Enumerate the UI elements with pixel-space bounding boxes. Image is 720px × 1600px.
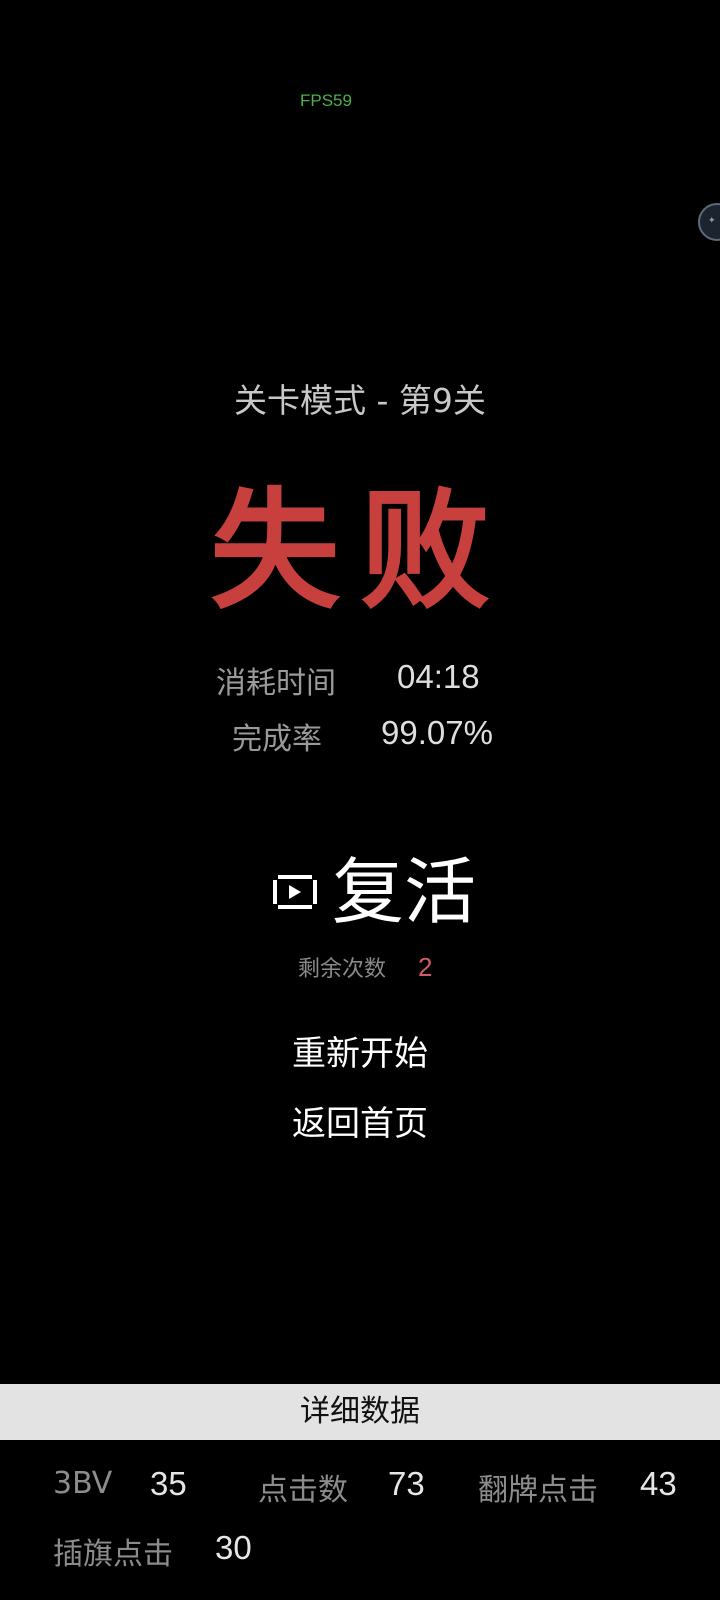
restart-button[interactable]: 重新开始 xyxy=(0,1026,720,1075)
detail-3bv-value: 35 xyxy=(150,1465,187,1502)
revive-label: 复活 xyxy=(332,850,477,934)
completion-stat-row: 完成率 99.07% xyxy=(0,714,720,764)
details-header[interactable]: 详细数据 xyxy=(0,1384,720,1440)
floating-assistant-icon[interactable]: ✦ xyxy=(698,203,720,241)
detail-clicks-label: 点击数 xyxy=(258,1473,348,1508)
time-label: 消耗时间 xyxy=(216,666,336,701)
revive-button[interactable]: 复活 xyxy=(272,852,476,932)
level-title: 关卡模式 - 第9关 xyxy=(234,381,486,420)
completion-value: 99.07% xyxy=(381,714,493,751)
time-stat-row: 消耗时间 04:18 xyxy=(0,658,720,708)
remaining-label: 剩余次数 xyxy=(298,957,387,982)
video-play-icon xyxy=(272,874,318,910)
detail-clicks-value: 73 xyxy=(388,1465,425,1502)
detail-flag-clicks-value: 30 xyxy=(215,1529,252,1566)
detail-reveal-clicks-label: 翻牌点击 xyxy=(478,1473,598,1508)
remaining-count: 2 xyxy=(418,952,433,982)
result-title: 失败 xyxy=(209,475,510,627)
detail-reveal-clicks-value: 43 xyxy=(640,1465,677,1502)
home-button[interactable]: 返回首页 xyxy=(0,1096,720,1145)
time-value: 04:18 xyxy=(397,658,480,695)
detail-flag-clicks-label: 插旗点击 xyxy=(53,1537,173,1572)
fps-counter: FPS59 xyxy=(300,91,352,110)
completion-label: 完成率 xyxy=(232,722,322,757)
game-over-screen: FPS59 ✦ 关卡模式 - 第9关 失败 消耗时间 04:18 完成率 99.… xyxy=(0,0,720,1600)
detail-3bv-label: 3BV xyxy=(53,1466,113,1501)
